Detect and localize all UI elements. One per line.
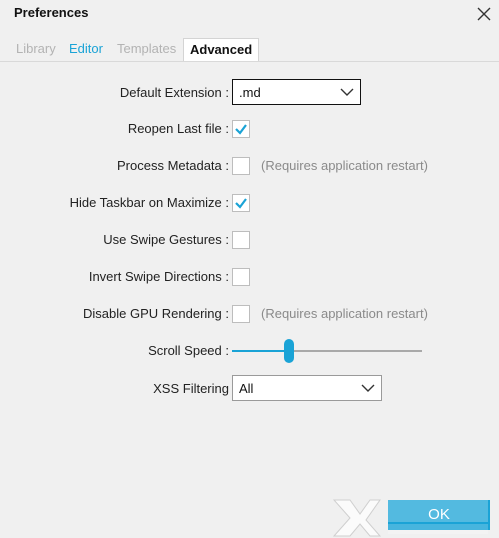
window-title: Preferences: [14, 5, 89, 20]
reopen-last-file-checkbox[interactable]: [232, 120, 250, 138]
disable-gpu-checkbox[interactable]: [232, 305, 250, 323]
setting-invert-swipe: Invert Swipe Directions :: [0, 266, 499, 290]
default-extension-label: Default Extension :: [119, 85, 229, 100]
tab-editor[interactable]: Editor: [69, 38, 103, 61]
watermark-logo: [332, 499, 488, 537]
hide-taskbar-checkbox[interactable]: [232, 194, 250, 212]
checkmark-icon: [235, 124, 247, 135]
tab-library[interactable]: Library: [16, 38, 56, 61]
scroll-speed-thumb[interactable]: [284, 339, 294, 363]
tab-divider: [0, 61, 499, 62]
setting-process-metadata: Process Metadata : (Requires application…: [0, 155, 499, 179]
setting-disable-gpu: Disable GPU Rendering : (Requires applic…: [0, 303, 499, 327]
setting-reopen-last-file: Reopen Last file :: [0, 118, 499, 142]
scroll-speed-label: Scroll Speed :: [148, 343, 229, 358]
xss-filtering-select[interactable]: All: [232, 375, 382, 401]
scroll-speed-track-filled[interactable]: [232, 350, 289, 352]
process-metadata-checkbox[interactable]: [232, 157, 250, 175]
setting-xss-filtering: XSS Filtering All: [0, 375, 499, 401]
disable-gpu-note: (Requires application restart): [261, 306, 428, 321]
disable-gpu-label: Disable GPU Rendering :: [83, 306, 229, 321]
checkmark-icon: [235, 198, 247, 209]
invert-swipe-label: Invert Swipe Directions :: [88, 269, 229, 284]
setting-default-extension: Default Extension : .md: [0, 79, 499, 105]
xss-filtering-value: All: [239, 381, 254, 396]
title-bar: Preferences: [0, 0, 499, 30]
use-swipe-label: Use Swipe Gestures :: [103, 232, 229, 247]
tab-advanced[interactable]: Advanced: [183, 38, 260, 62]
tab-templates[interactable]: Templates: [117, 38, 176, 61]
reopen-last-file-label: Reopen Last file :: [127, 121, 229, 136]
process-metadata-label: Process Metadata :: [117, 158, 229, 173]
process-metadata-note: (Requires application restart): [261, 158, 428, 173]
close-icon[interactable]: [474, 4, 494, 24]
chevron-down-icon: [340, 86, 354, 98]
setting-scroll-speed: Scroll Speed :: [0, 338, 499, 363]
default-extension-value: .md: [239, 85, 261, 100]
xss-filtering-label: XSS Filtering: [153, 381, 229, 396]
setting-hide-taskbar: Hide Taskbar on Maximize :: [0, 192, 499, 216]
use-swipe-checkbox[interactable]: [232, 231, 250, 249]
tab-bar: Library Editor Templates Advanced: [0, 38, 499, 62]
hide-taskbar-label: Hide Taskbar on Maximize :: [69, 195, 229, 210]
setting-use-swipe: Use Swipe Gestures :: [0, 229, 499, 253]
scroll-speed-track[interactable]: [289, 350, 422, 352]
default-extension-select[interactable]: .md: [232, 79, 361, 105]
invert-swipe-checkbox[interactable]: [232, 268, 250, 286]
chevron-down-icon: [361, 382, 375, 394]
